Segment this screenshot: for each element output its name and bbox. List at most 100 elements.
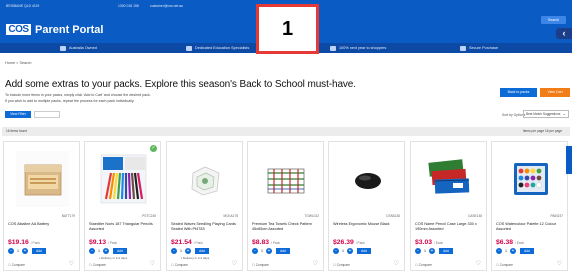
quantity-value[interactable]: 1 — [504, 248, 508, 254]
quantity-value[interactable]: 1 — [260, 248, 264, 254]
cos-logo[interactable]: COS — [6, 24, 31, 35]
heart-icon[interactable]: ♡ — [150, 261, 155, 268]
product-name[interactable]: COS Watercolour Palette 12 Colour Assort… — [496, 222, 566, 231]
quantity-stepper: - 1 + Add — [496, 248, 566, 254]
email-link[interactable]: customer@cos.net.au — [150, 4, 183, 8]
plus-button[interactable]: + — [347, 248, 353, 254]
compare-checkbox[interactable]: ☐ Compare — [496, 263, 513, 267]
minus-button[interactable]: - — [496, 248, 502, 254]
view-cart-button[interactable]: View Cart — [540, 88, 570, 97]
heart-icon[interactable]: ♡ — [557, 261, 562, 268]
product-sku: PAIN237 — [550, 214, 563, 218]
map-icon — [60, 45, 66, 51]
chat-tab[interactable] — [566, 146, 572, 174]
quantity-value[interactable]: 1 — [16, 248, 20, 254]
product-card[interactable]: BATT179 COS Alkaline AA Battery $19.16 /… — [3, 141, 80, 271]
product-sku: CASE148 — [468, 214, 482, 218]
nav-item-next-year[interactable]: 100% next year to shoppers — [330, 45, 386, 51]
quantity-value[interactable]: 1 — [97, 248, 101, 254]
filter-select[interactable] — [34, 111, 60, 118]
product-card[interactable]: ✓ PSTC245 Staedtler Noris 187 Triangular… — [84, 141, 161, 271]
product-sku: DTAB136 — [386, 214, 400, 218]
product-grid: BATT179 COS Alkaline AA Battery $19.16 /… — [3, 141, 569, 271]
add-to-cart-button[interactable]: Add — [195, 248, 209, 254]
add-to-cart-button[interactable]: Add — [113, 248, 127, 254]
sort-select[interactable]: Best Match Suggestions ⌄ — [523, 110, 569, 118]
plus-button[interactable]: + — [510, 248, 516, 254]
menu-toggle-button[interactable]: ‹ — [556, 28, 572, 39]
minus-button[interactable]: - — [89, 248, 95, 254]
product-card[interactable]: MCKA178 Sealed Waves Seedling Playing Ca… — [166, 141, 243, 271]
quantity-stepper: - 1 + Add — [415, 248, 485, 254]
product-price: $8.83 / Pack — [252, 239, 281, 246]
product-name[interactable]: Sealed Waves Seedling Playing Cards Seal… — [171, 222, 241, 231]
mouse-image[interactable] — [341, 151, 394, 207]
pencil-cases-image[interactable] — [423, 151, 476, 207]
product-card[interactable]: DTAB136 Wireless Ergonomic Mouse Black $… — [328, 141, 405, 271]
nav-item-education-specialists[interactable]: Dedicated Education Specialists — [186, 45, 249, 51]
product-name[interactable]: Staedtler Noris 187 Triangular Pencils A… — [89, 222, 159, 231]
page-instructions: To include more items in your packs, sim… — [5, 93, 151, 97]
add-to-cart-button[interactable]: Add — [439, 248, 453, 254]
battery-pack-image[interactable] — [16, 151, 69, 207]
heart-icon[interactable]: ♡ — [232, 261, 237, 268]
compare-checkbox[interactable]: ☐ Compare — [8, 263, 25, 267]
plus-button[interactable]: + — [22, 248, 28, 254]
heart-icon[interactable]: ♡ — [394, 261, 399, 268]
nav-item-secure-purchase[interactable]: Secure Purchase — [460, 45, 498, 51]
tea-towels-image[interactable] — [260, 151, 313, 207]
plus-button[interactable]: + — [103, 248, 109, 254]
product-name[interactable]: Premium Tea Towels Check Pattern 45x65cm… — [252, 222, 322, 231]
compare-checkbox[interactable]: ☐ Compare — [89, 263, 106, 267]
plus-button[interactable]: + — [185, 248, 191, 254]
phone-number[interactable]: 1300 018 158 — [118, 4, 139, 8]
search-button[interactable]: Search — [541, 16, 566, 24]
results-count: 16 items found — [6, 129, 27, 133]
heart-icon[interactable]: ♡ — [476, 261, 481, 268]
quantity-value[interactable]: 1 — [179, 248, 183, 254]
add-to-cart-button[interactable]: Add — [357, 248, 371, 254]
add-to-cart-button[interactable]: Add — [520, 248, 534, 254]
compare-checkbox[interactable]: ☐ Compare — [252, 263, 269, 267]
product-name[interactable]: Wireless Ergonomic Mouse Black — [333, 222, 403, 227]
playing-cards-image[interactable] — [179, 151, 232, 207]
add-to-cart-button[interactable]: Add — [32, 248, 46, 254]
watercolour-palette-image[interactable] — [504, 151, 557, 207]
quantity-stepper: - 1 + Add — [333, 248, 403, 254]
heart-icon[interactable]: ♡ — [69, 261, 74, 268]
nav-item-australia-owned[interactable]: Australia Owned — [60, 45, 97, 51]
heart-icon[interactable]: ♡ — [313, 261, 318, 268]
product-sku: PSTC245 — [142, 214, 156, 218]
product-card[interactable]: PAIN237 COS Watercolour Palette 12 Colou… — [491, 141, 568, 271]
minus-button[interactable]: - — [333, 248, 339, 254]
items-per-page[interactable]: Items per page 16 per page — [523, 129, 562, 133]
minus-button[interactable]: - — [252, 248, 258, 254]
plus-button[interactable]: + — [429, 248, 435, 254]
view-filter-button[interactable]: View Filter — [5, 111, 31, 118]
plus-button[interactable]: + — [266, 248, 272, 254]
minus-button[interactable]: - — [171, 248, 177, 254]
product-card[interactable]: CASE148 COS Name Pencil Case Large 330 x… — [410, 141, 487, 271]
eco-badge-icon: ✓ — [150, 145, 157, 152]
quantity-value[interactable]: 1 — [341, 248, 345, 254]
quantity-stepper: - 1 + Add — [171, 248, 241, 254]
product-price: $9.13 / Pack — [89, 239, 118, 246]
minus-button[interactable]: - — [415, 248, 421, 254]
quantity-stepper: - 1 + Add — [89, 248, 159, 254]
product-card[interactable]: TOWL022 Premium Tea Towels Check Pattern… — [247, 141, 324, 271]
product-sku: BATT179 — [61, 214, 75, 218]
product-price: $26.39 / Pack — [333, 239, 365, 246]
pencils-image[interactable] — [97, 151, 150, 207]
minus-button[interactable]: - — [8, 248, 14, 254]
quantity-value[interactable]: 1 — [423, 248, 427, 254]
breadcrumb[interactable]: Home > Search — [5, 61, 32, 65]
product-name[interactable]: COS Alkaline AA Battery — [8, 222, 78, 227]
back-to-packs-button[interactable]: Back to packs — [500, 88, 537, 97]
product-name[interactable]: COS Name Pencil Case Large 330 x 190mm A… — [415, 222, 485, 231]
compare-checkbox[interactable]: ☐ Compare — [171, 263, 188, 267]
compare-checkbox[interactable]: ☐ Compare — [415, 263, 432, 267]
chevron-down-icon: ⌄ — [562, 111, 566, 116]
add-to-cart-button[interactable]: Add — [276, 248, 290, 254]
store-location[interactable]: BRISBANE QLD 4119 — [6, 4, 39, 8]
compare-checkbox[interactable]: ☐ Compare — [333, 263, 350, 267]
